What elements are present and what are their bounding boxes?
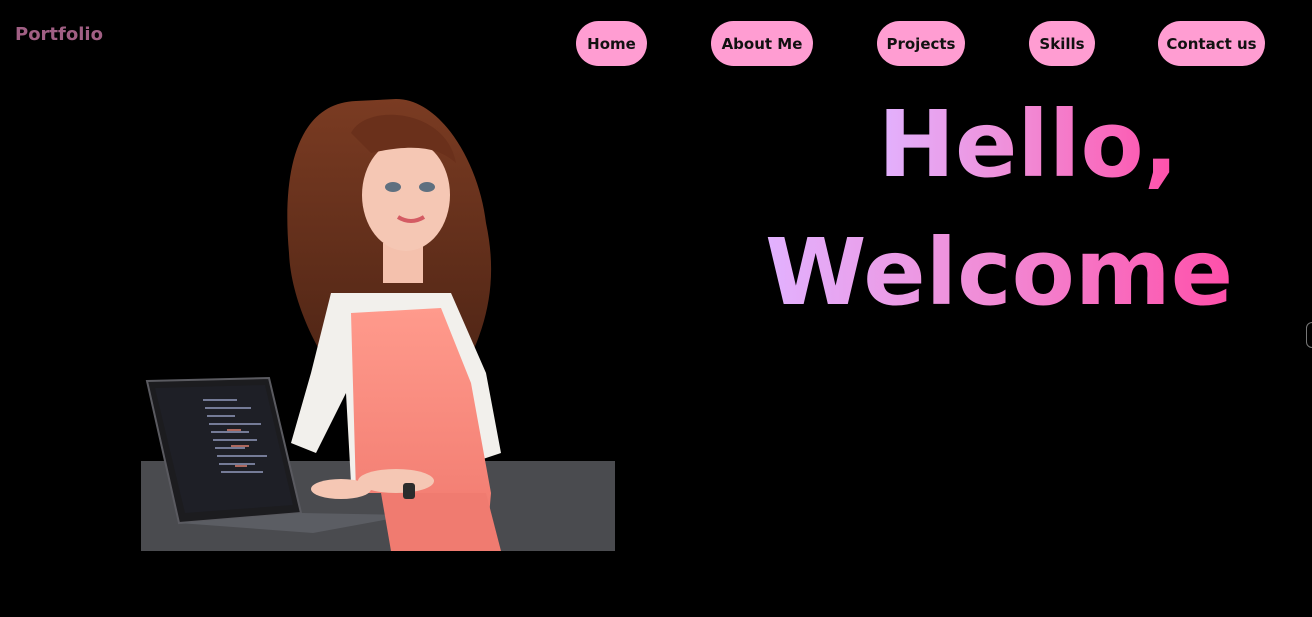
edge-handle[interactable] [1306, 322, 1312, 348]
nav-about-button[interactable]: About Me [711, 21, 813, 66]
nav-projects-button[interactable]: Projects [877, 21, 965, 66]
nav-contact-button[interactable]: Contact us [1158, 21, 1265, 66]
hero-line-welcome: Welcome [765, 219, 1234, 326]
nav-home-button[interactable]: Home [576, 21, 647, 66]
brand-logo[interactable]: Portfolio [15, 24, 103, 45]
person [287, 99, 501, 551]
nav-skills-button[interactable]: Skills [1029, 21, 1095, 66]
hero-line-hello: Hello, [878, 91, 1179, 198]
hero-illustration [141, 99, 615, 551]
